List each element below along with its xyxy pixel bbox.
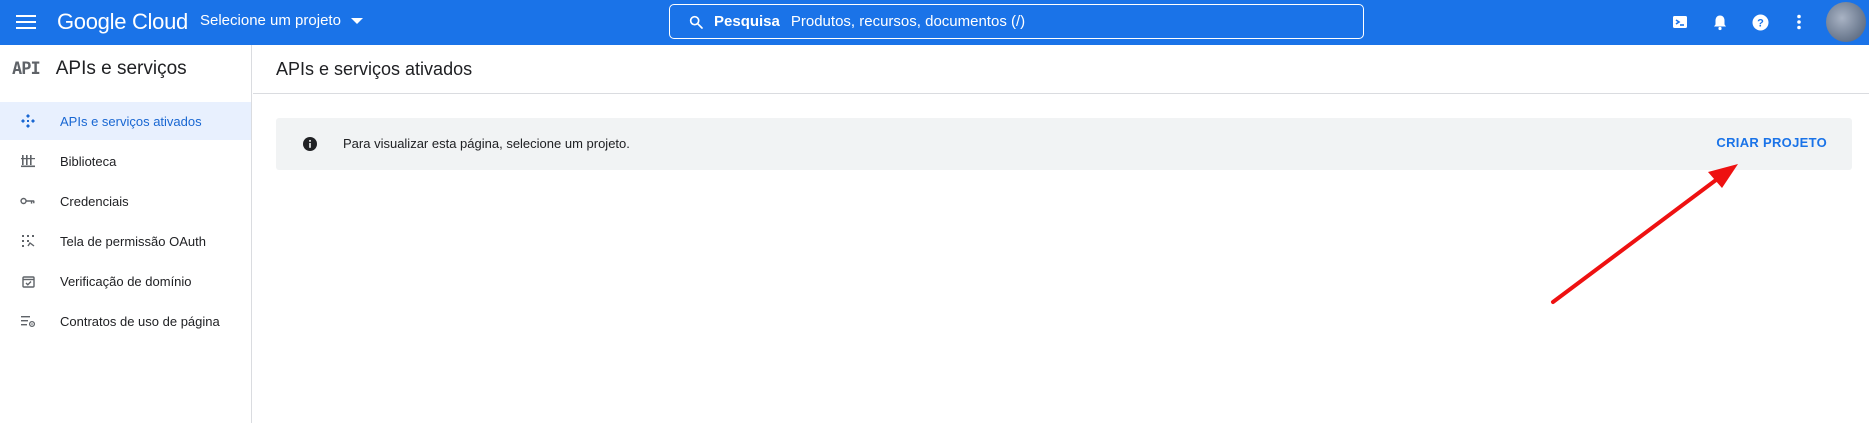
sidebar-item-label: Verificação de domínio — [60, 273, 192, 289]
sidebar-item-credentials[interactable]: Credenciais — [0, 182, 251, 220]
sidebar-item-label: APIs e serviços ativados — [60, 113, 202, 129]
sidebar-item-label: Tela de permissão OAuth — [60, 233, 206, 249]
sidebar-title: APIs e serviços — [55, 57, 187, 79]
project-selector-label: Selecione um projeto — [200, 12, 341, 29]
sidebar-item-label: Contratos de uso de página — [60, 313, 220, 329]
search-placeholder: Produtos, recursos, documentos (/) — [790, 13, 1026, 30]
chevron-down-icon — [350, 17, 363, 24]
library-icon — [20, 153, 36, 169]
sidebar-item-oauth-consent[interactable]: Tela de permissão OAuth — [0, 222, 251, 260]
more-vert-icon[interactable] — [1788, 11, 1810, 33]
settings-list-icon — [20, 313, 36, 329]
sidebar-item-library[interactable]: Biblioteca — [0, 142, 251, 180]
help-icon[interactable]: ? — [1749, 11, 1771, 33]
create-project-button[interactable]: CRIAR PROJETO — [1716, 135, 1827, 150]
sidebar: API APIs e serviços APIs e serviços ativ… — [0, 45, 252, 423]
key-icon — [20, 193, 36, 209]
info-icon — [303, 137, 317, 151]
select-project-notice: Para visualizar esta página, selecione u… — [276, 118, 1852, 170]
page-header: APIs e serviços ativados — [253, 45, 1869, 94]
project-selector[interactable]: Selecione um projeto — [200, 12, 363, 29]
notice-text: Para visualizar esta página, selecione u… — [343, 136, 630, 151]
google-cloud-logo[interactable]: Google Cloud — [57, 9, 188, 35]
page-title: APIs e serviços ativados — [276, 58, 473, 79]
search-input[interactable]: Pesquisa Produtos, recursos, documentos … — [669, 4, 1364, 39]
sidebar-item-page-usage-agreements[interactable]: Contratos de uso de página — [0, 302, 251, 340]
sidebar-item-enabled-apis[interactable]: APIs e serviços ativados — [0, 102, 251, 140]
hamburger-menu-icon[interactable] — [16, 12, 38, 32]
api-logo-icon: API — [12, 58, 41, 79]
search-icon — [689, 15, 703, 29]
sidebar-item-domain-verification[interactable]: Verificação de domínio — [0, 262, 251, 300]
oauth-consent-icon — [20, 233, 36, 249]
cloud-shell-icon[interactable] — [1669, 11, 1691, 33]
apis-diamond-icon — [20, 113, 36, 129]
sidebar-item-label: Credenciais — [60, 193, 129, 209]
search-label: Pesquisa — [714, 13, 780, 30]
top-app-bar: Google Cloud Selecione um projeto Pesqui… — [0, 0, 1869, 45]
sidebar-header: API APIs e serviços — [0, 45, 251, 92]
sidebar-item-label: Biblioteca — [60, 153, 117, 169]
svg-text:?: ? — [1757, 17, 1764, 29]
avatar[interactable] — [1826, 2, 1866, 42]
notifications-bell-icon[interactable] — [1709, 11, 1731, 33]
domain-check-icon — [20, 273, 36, 289]
